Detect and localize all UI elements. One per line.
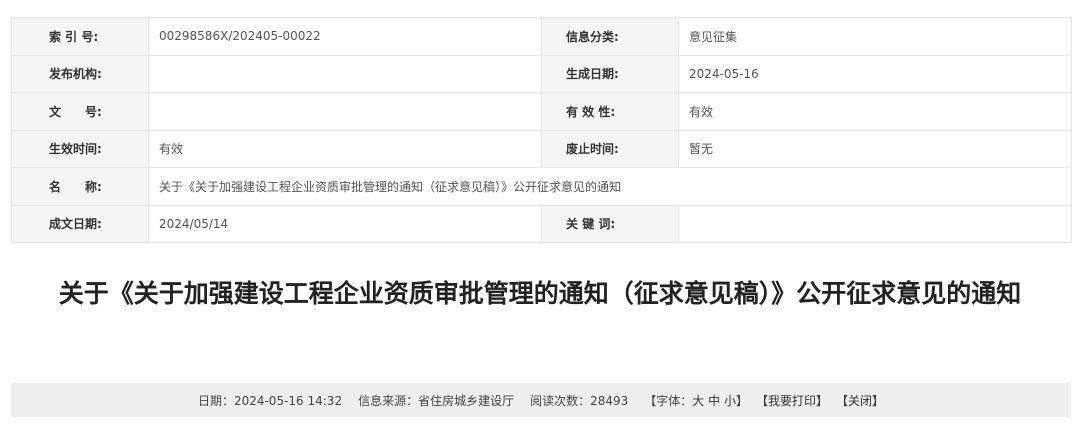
- validity-value: 有效: [678, 92, 1072, 131]
- name-label: 名 称:: [11, 167, 149, 206]
- font-large-button[interactable]: 大: [692, 394, 704, 408]
- read-count: 阅读次数：28493: [530, 393, 629, 408]
- created-date-value: 2024-05-16: [678, 54, 1072, 93]
- publisher-value: [148, 54, 542, 93]
- category-value: 意见征集: [678, 17, 1072, 56]
- meta-row: 文 号: 有 效 性: 有效: [11, 92, 1072, 131]
- font-size-prefix: 【字体：: [644, 393, 693, 408]
- meta-row: 发布机构: 生成日期: 2024-05-16: [11, 54, 1072, 93]
- keywords-label: 关 键 词:: [541, 204, 679, 243]
- info-source: 信息来源：省住房城乡建设厅: [358, 393, 515, 408]
- document-meta-table: 索 引 号: 00298586X/202405-00022 信息分类: 意见征集…: [11, 17, 1072, 243]
- publish-date: 日期：2024-05-16 14:32: [197, 393, 343, 408]
- close-button[interactable]: 【关闭】: [836, 392, 884, 409]
- font-size-suffix: 】: [736, 393, 749, 408]
- meta-row: 名 称: 关于《关于加强建设工程企业资质审批管理的通知（征求意见稿）》公开征求意…: [11, 167, 1072, 206]
- font-size-controls: 【字体：大 中 小】: [644, 392, 748, 409]
- abolish-time-label: 废止时间:: [541, 129, 679, 168]
- publisher-label: 发布机构:: [11, 54, 149, 93]
- index-label: 索 引 号:: [11, 17, 149, 56]
- written-date-label: 成文日期:: [11, 204, 149, 243]
- font-small-button[interactable]: 小: [724, 394, 736, 408]
- written-date-value: 2024/05/14: [148, 204, 542, 243]
- category-label: 信息分类:: [541, 17, 679, 56]
- meta-row: 索 引 号: 00298586X/202405-00022 信息分类: 意见征集: [11, 17, 1072, 56]
- doc-no-value: [148, 92, 542, 131]
- font-medium-button[interactable]: 中: [708, 394, 720, 408]
- index-value: 00298586X/202405-00022: [148, 17, 542, 56]
- article-title: 关于《关于加强建设工程企业资质审批管理的通知（征求意见稿）》公开征求意见的通知: [58, 279, 1022, 308]
- abolish-time-value: 暂无: [678, 129, 1072, 168]
- created-date-label: 生成日期:: [541, 54, 679, 93]
- print-button[interactable]: 【我要打印】: [756, 392, 828, 409]
- doc-no-label: 文 号:: [11, 92, 149, 131]
- validity-label: 有 效 性:: [541, 92, 679, 131]
- meta-row: 生效时间: 有效 废止时间: 暂无: [11, 129, 1072, 168]
- effective-time-label: 生效时间:: [11, 129, 149, 168]
- article-info-bar: 日期：2024-05-16 14:32 信息来源：省住房城乡建设厅 阅读次数：2…: [11, 383, 1071, 417]
- keywords-value: [678, 204, 1072, 243]
- name-value: 关于《关于加强建设工程企业资质审批管理的通知（征求意见稿）》公开征求意见的通知: [148, 167, 1072, 206]
- effective-time-value: 有效: [148, 129, 542, 168]
- meta-row: 成文日期: 2024/05/14 关 键 词:: [11, 204, 1072, 243]
